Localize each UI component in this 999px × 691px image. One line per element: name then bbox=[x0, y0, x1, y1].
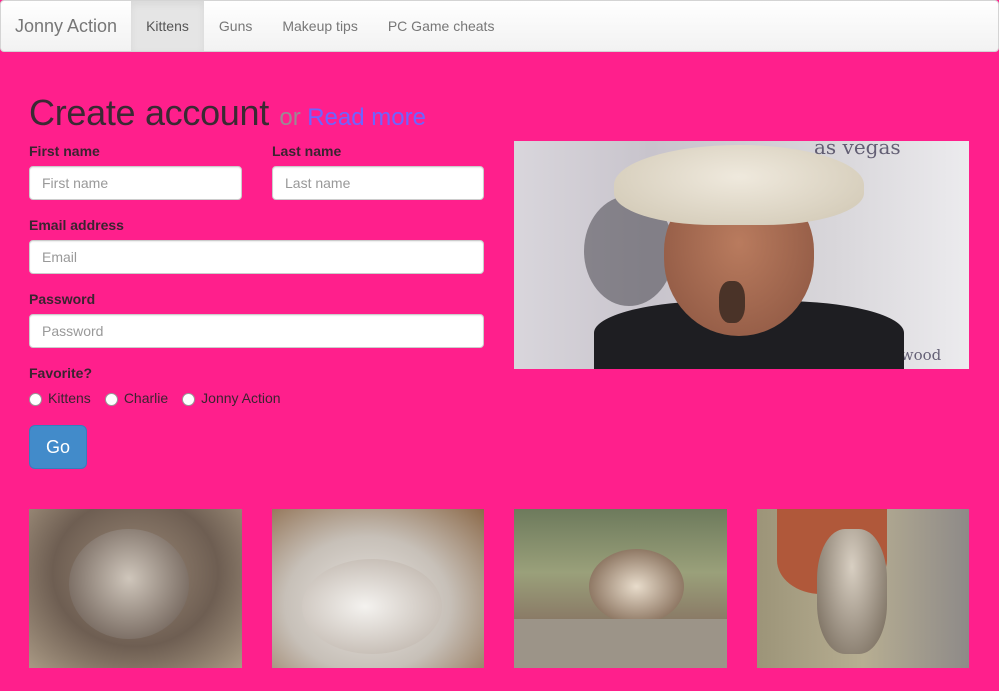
last-name-input[interactable] bbox=[272, 166, 484, 200]
navbar: Jonny Action Kittens Guns Makeup tips PC… bbox=[0, 0, 999, 52]
radio-button-icon[interactable] bbox=[104, 392, 118, 406]
kitten-photo-4 bbox=[757, 509, 969, 668]
kitten-photo-2 bbox=[272, 509, 484, 668]
radio-charlie[interactable]: Charlie bbox=[104, 390, 169, 406]
nav-item-guns[interactable]: Guns bbox=[204, 1, 267, 51]
email-input[interactable] bbox=[29, 240, 484, 274]
favorite-label: Favorite? bbox=[29, 365, 93, 381]
kitten-photo-3 bbox=[514, 509, 727, 668]
first-name-input[interactable] bbox=[29, 166, 242, 200]
nav-item-makeup-tips[interactable]: Makeup tips bbox=[267, 1, 372, 51]
or-text: or bbox=[279, 104, 301, 131]
photo-cigar bbox=[719, 281, 745, 323]
password-label: Password bbox=[29, 291, 96, 307]
radio-kittens[interactable]: Kittens bbox=[29, 390, 91, 406]
radio-jonny-action[interactable]: Jonny Action bbox=[182, 390, 281, 406]
favorite-radio-group: Kittens Charlie Jonny Action bbox=[29, 390, 295, 406]
radio-label: Kittens bbox=[48, 390, 91, 406]
charlie-photo: as vegas hollywood bbox=[514, 141, 969, 369]
radio-label: Charlie bbox=[123, 390, 169, 406]
password-input[interactable] bbox=[29, 314, 484, 348]
page-heading: Create account or Read more bbox=[29, 92, 426, 134]
last-name-label: Last name bbox=[272, 143, 342, 159]
brand-link[interactable]: Jonny Action bbox=[1, 1, 131, 51]
radio-button-icon[interactable] bbox=[29, 392, 42, 406]
page-title: Create account bbox=[29, 92, 269, 133]
email-label: Email address bbox=[29, 217, 124, 233]
radio-button-icon[interactable] bbox=[182, 392, 196, 406]
nav-item-kittens[interactable]: Kittens bbox=[131, 1, 204, 51]
go-button[interactable]: Go bbox=[29, 425, 87, 469]
photo-hat bbox=[614, 145, 864, 225]
first-name-label: First name bbox=[29, 143, 100, 159]
radio-label: Jonny Action bbox=[201, 390, 281, 406]
nav-item-pc-game-cheats[interactable]: PC Game cheats bbox=[373, 1, 510, 51]
kitten-photo-1 bbox=[29, 509, 242, 668]
read-more-link[interactable]: Read more bbox=[307, 104, 426, 131]
